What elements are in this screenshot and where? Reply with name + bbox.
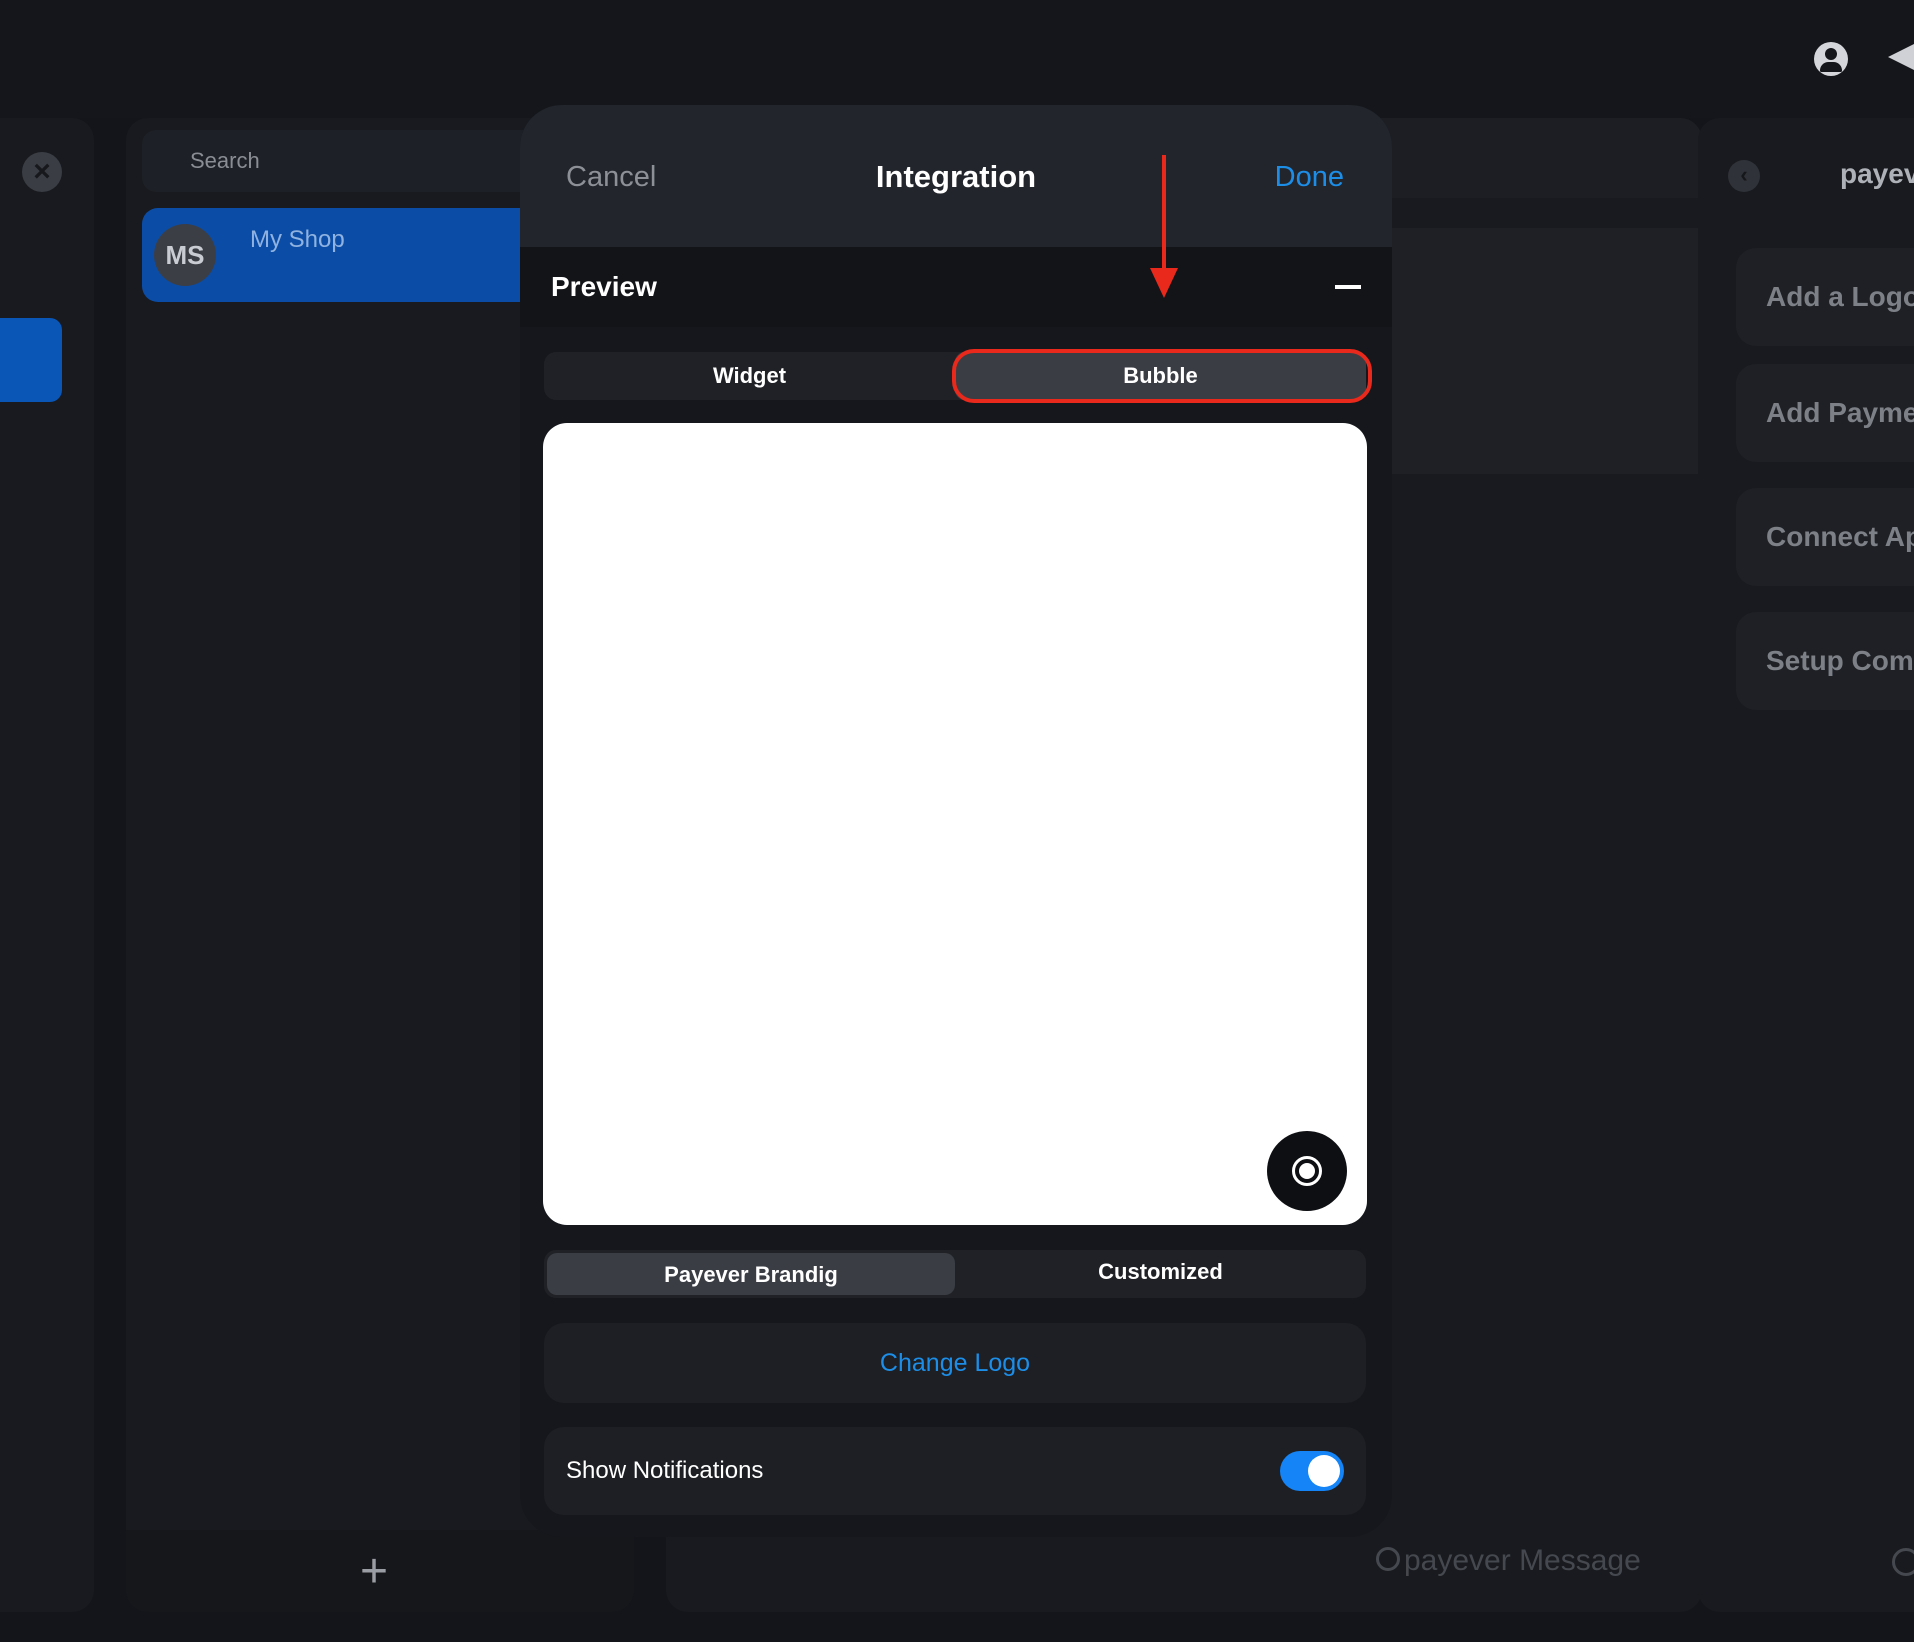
- card-add-payment[interactable]: Add Payme: [1736, 364, 1914, 462]
- bubble-logo-icon: [1292, 1156, 1322, 1186]
- avatar: MS: [154, 224, 216, 286]
- toggle-knob: [1308, 1455, 1340, 1487]
- chat-bubble-button[interactable]: [1267, 1131, 1347, 1211]
- tab-payever-branding[interactable]: Payever Brandig: [547, 1253, 955, 1295]
- chat-list-footer: +: [126, 1530, 634, 1612]
- annotation-arrow-head: [1150, 268, 1178, 298]
- right-panel: ‹ payev Add a Logo Add Payme Connect Ap …: [1698, 118, 1914, 1612]
- annotation-arrow: [1162, 155, 1166, 273]
- show-notifications-label: Show Notifications: [566, 1457, 764, 1484]
- rail-active-item[interactable]: [0, 318, 62, 402]
- modal-title: Integration: [875, 159, 1037, 194]
- right-panel-title: payev: [1840, 158, 1914, 189]
- show-notifications-row: Show Notifications: [544, 1427, 1366, 1515]
- left-rail: ×: [0, 118, 94, 1612]
- preview-label: Preview: [551, 271, 657, 302]
- back-icon[interactable]: ‹: [1728, 160, 1760, 192]
- brand-text: payever Message: [1404, 1544, 1641, 1577]
- change-logo-button[interactable]: Change Logo: [544, 1323, 1366, 1403]
- preview-canvas: [543, 423, 1367, 1225]
- card-setup-commerce[interactable]: Setup Comn: [1736, 612, 1914, 710]
- tab-widget[interactable]: Widget: [544, 352, 955, 400]
- done-button[interactable]: Done: [1275, 161, 1344, 194]
- brand-logo-icon: [1376, 1547, 1400, 1572]
- tab-customized[interactable]: Customized: [955, 1250, 1366, 1298]
- branding-segmented-control: Payever Brandig Customized: [544, 1250, 1366, 1298]
- card-connect-app[interactable]: Connect Ap: [1736, 488, 1914, 586]
- user-icon[interactable]: [1814, 42, 1848, 76]
- show-notifications-toggle[interactable]: [1280, 1451, 1344, 1491]
- send-icon[interactable]: [1888, 42, 1914, 72]
- minus-icon[interactable]: [1335, 285, 1361, 289]
- plus-icon[interactable]: +: [360, 1544, 388, 1599]
- modal-header: Cancel Integration Done: [520, 105, 1392, 247]
- brand-logo-icon: [1892, 1548, 1914, 1576]
- brand-watermark: payever Message: [1376, 1544, 1641, 1578]
- top-bar: [0, 0, 1914, 118]
- preview-section-header[interactable]: Preview: [520, 247, 1392, 327]
- card-add-logo[interactable]: Add a Logo: [1736, 248, 1914, 346]
- list-item-name: My Shop: [250, 226, 345, 253]
- close-icon[interactable]: ×: [22, 152, 62, 192]
- annotation-highlight: [952, 349, 1372, 403]
- integration-modal: Cancel Integration Done Preview Widget B…: [520, 105, 1392, 1537]
